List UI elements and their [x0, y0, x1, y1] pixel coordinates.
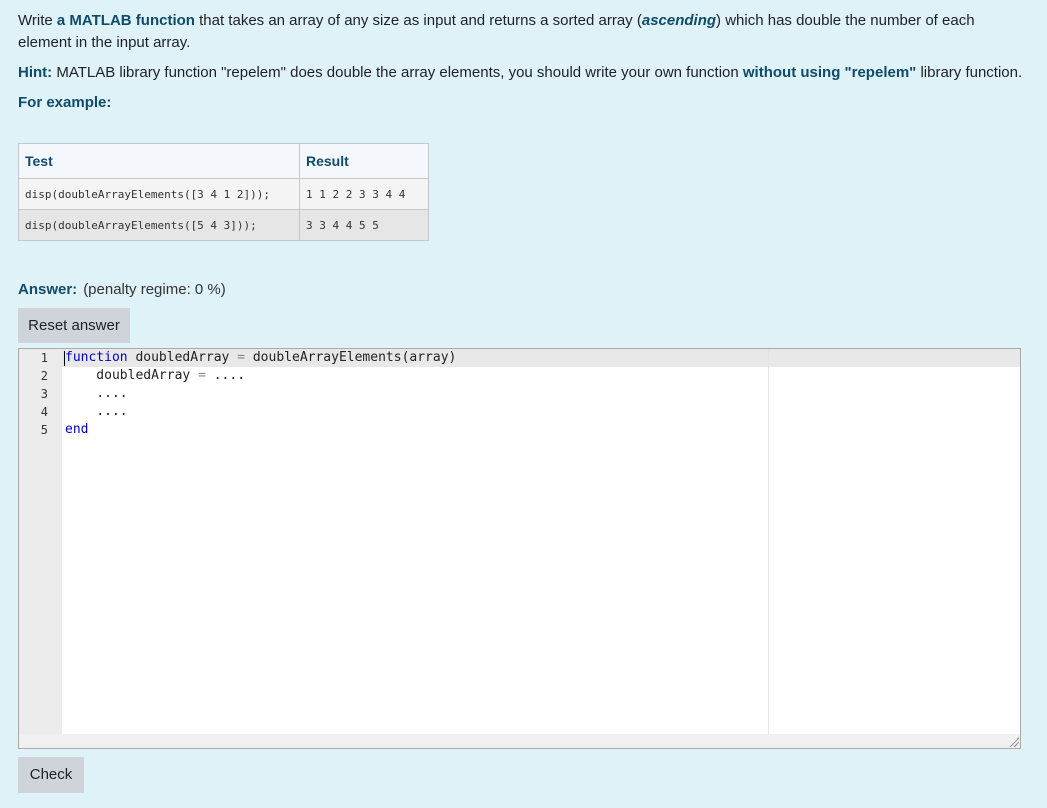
result-cell: 1 1 2 2 3 3 4 4: [299, 178, 429, 210]
text-cursor: [64, 351, 65, 366]
header-result: Result: [299, 143, 429, 179]
answer-header: Answer: (penalty regime: 0 %): [18, 281, 226, 298]
code-line[interactable]: ....: [62, 385, 1020, 403]
answer-label: Answer:: [18, 281, 78, 298]
code-area[interactable]: function doubledArray = doubleArrayEleme…: [62, 349, 1020, 735]
question-paragraph: Write a MATLAB function that takes an ar…: [18, 12, 975, 51]
table-header-row: Test Result: [18, 143, 429, 179]
resize-handle-icon[interactable]: [1009, 737, 1019, 747]
print-margin: [768, 349, 769, 735]
italic-term: ascending: [641, 12, 717, 29]
reset-answer-button[interactable]: Reset answer: [18, 308, 130, 343]
line-number: 2: [40, 369, 48, 383]
question-text: Write a MATLAB function that takes an ar…: [18, 10, 1028, 114]
header-test: Test: [18, 143, 300, 179]
result-cell: 3 3 4 4 5 5: [299, 209, 429, 241]
test-cell: disp(doubleArrayElements([5 4 3]));: [18, 209, 300, 241]
examples-table: Test Result disp(doubleArrayElements([3 …: [18, 143, 429, 241]
line-number-gutter: 1 2 3 4 5: [19, 349, 62, 735]
code-line[interactable]: ....: [62, 403, 1020, 421]
penalty-regime: (penalty regime: 0 %): [83, 281, 226, 298]
horizontal-scrollbar[interactable]: [19, 734, 1020, 748]
check-button[interactable]: Check: [18, 757, 84, 793]
code-editor[interactable]: 1 2 3 4 5 function doubledArray = double…: [18, 348, 1021, 749]
bold-term: a MATLAB function: [56, 12, 195, 29]
line-number: 5: [40, 423, 48, 437]
line-number: 3: [40, 387, 48, 401]
hint-bold: without using "repelem": [742, 64, 917, 81]
code-line[interactable]: function doubledArray = doubleArrayEleme…: [62, 349, 1020, 367]
table-row: disp(doubleArrayElements([5 4 3])); 3 3 …: [18, 209, 429, 241]
table-row: disp(doubleArrayElements([3 4 1 2])); 1 …: [18, 178, 429, 210]
code-line[interactable]: doubledArray = ....: [62, 367, 1020, 385]
example-label: For example:: [18, 94, 112, 111]
test-cell: disp(doubleArrayElements([3 4 1 2]));: [18, 178, 300, 210]
code-line[interactable]: end: [62, 421, 1020, 439]
line-number: 4: [40, 405, 48, 419]
line-number: 1: [40, 351, 48, 365]
hint-paragraph: Hint: MATLAB library function "repelem" …: [18, 64, 1023, 81]
hint-label: Hint:: [18, 64, 53, 81]
